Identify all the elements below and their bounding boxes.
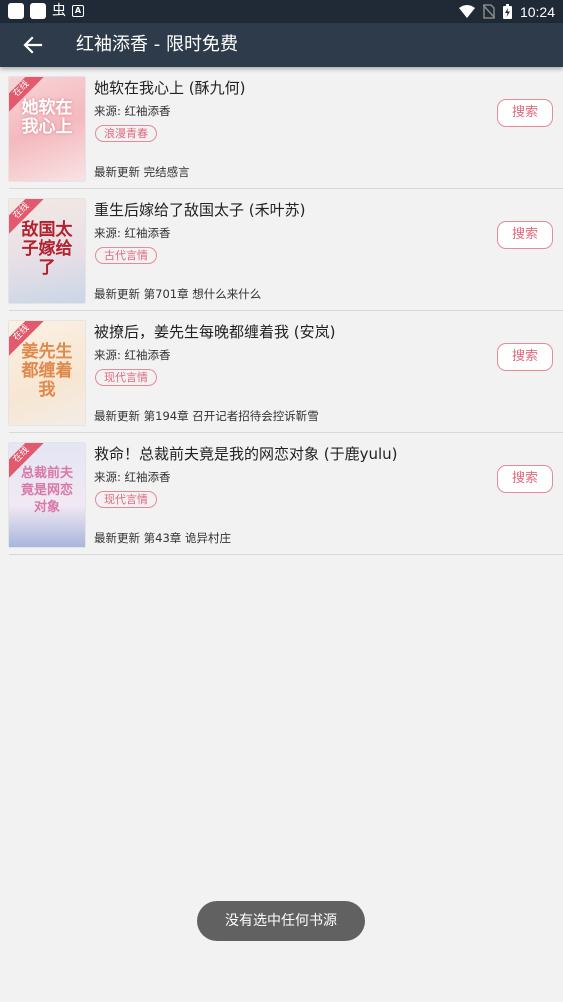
book-item[interactable]: 姜先生都缠着我 在线 被撩后，姜先生每晚都缠着我 (安岚) 来源: 红袖添香 现… bbox=[9, 311, 563, 433]
arrow-left-icon bbox=[23, 36, 43, 54]
book-cover: 总裁前夫竟是网恋对象 在线 bbox=[9, 443, 85, 547]
book-item[interactable]: 总裁前夫竟是网恋对象 在线 救命！总裁前夫竟是我的网恋对象 (于鹿yulu) 来… bbox=[9, 433, 563, 555]
cover-title: 敌国太子嫁给了 bbox=[21, 220, 73, 278]
latest-update: 最新更新 第701章 想什么来什么 bbox=[94, 287, 262, 301]
book-title: 她软在我心上 (酥九何) bbox=[94, 79, 246, 97]
book-item[interactable]: 敌国太子嫁给了 在线 重生后嫁给了敌国太子 (禾叶苏) 来源: 红袖添香 古代言… bbox=[9, 189, 563, 311]
book-title: 救命！总裁前夫竟是我的网恋对象 (于鹿yulu) bbox=[94, 445, 398, 463]
app-bar: 红袖添香 - 限时免费 bbox=[0, 23, 563, 67]
search-button[interactable]: 搜索 bbox=[497, 221, 553, 249]
cover-title: 总裁前夫竟是网恋对象 bbox=[20, 466, 73, 515]
book-list: 她软在我心上 在线 她软在我心上 (酥九何) 来源: 红袖添香 浪漫青春 最新更… bbox=[0, 67, 563, 555]
wifi-icon bbox=[458, 5, 475, 18]
bug-icon: 虫 bbox=[52, 3, 66, 19]
search-button[interactable]: 搜索 bbox=[497, 99, 553, 127]
genre-tag: 现代言情 bbox=[95, 491, 157, 508]
genre-tag: 现代言情 bbox=[95, 369, 157, 386]
back-button[interactable] bbox=[20, 33, 46, 57]
book-cover: 她软在我心上 在线 bbox=[9, 77, 85, 181]
book-source: 来源: 红袖添香 bbox=[94, 470, 171, 484]
latest-update: 最新更新 第43章 诡异村庄 bbox=[94, 531, 231, 545]
notification-square-icon bbox=[30, 3, 46, 19]
clock: 10:24 bbox=[519, 3, 555, 20]
no-sim-icon bbox=[482, 4, 495, 19]
a-box-icon: A bbox=[72, 5, 84, 17]
book-source: 来源: 红袖添香 bbox=[94, 226, 171, 240]
status-bar: 虫 A 10:24 bbox=[0, 0, 563, 23]
search-button[interactable]: 搜索 bbox=[497, 465, 553, 493]
book-title: 被撩后，姜先生每晚都缠着我 (安岚) bbox=[94, 323, 336, 341]
book-source: 来源: 红袖添香 bbox=[94, 348, 171, 362]
book-title: 重生后嫁给了敌国太子 (禾叶苏) bbox=[94, 201, 306, 219]
latest-update: 最新更新 完结感言 bbox=[94, 165, 190, 179]
book-cover: 敌国太子嫁给了 在线 bbox=[9, 199, 85, 303]
book-item[interactable]: 她软在我心上 在线 她软在我心上 (酥九何) 来源: 红袖添香 浪漫青春 最新更… bbox=[9, 67, 563, 189]
book-cover: 姜先生都缠着我 在线 bbox=[9, 321, 85, 425]
cover-title: 她软在我心上 bbox=[21, 98, 73, 137]
book-source: 来源: 红袖添香 bbox=[94, 104, 171, 118]
genre-tag: 浪漫青春 bbox=[95, 125, 157, 142]
toast-message: 没有选中任何书源 bbox=[197, 901, 365, 941]
page-title: 红袖添香 - 限时免费 bbox=[76, 34, 238, 55]
battery-icon bbox=[502, 4, 512, 19]
notification-square-icon bbox=[8, 3, 24, 19]
search-button[interactable]: 搜索 bbox=[497, 343, 553, 371]
genre-tag: 古代言情 bbox=[95, 247, 157, 264]
latest-update: 最新更新 第194章 召开记者招待会控诉靳雪 bbox=[94, 409, 319, 423]
cover-title: 姜先生都缠着我 bbox=[21, 342, 73, 400]
